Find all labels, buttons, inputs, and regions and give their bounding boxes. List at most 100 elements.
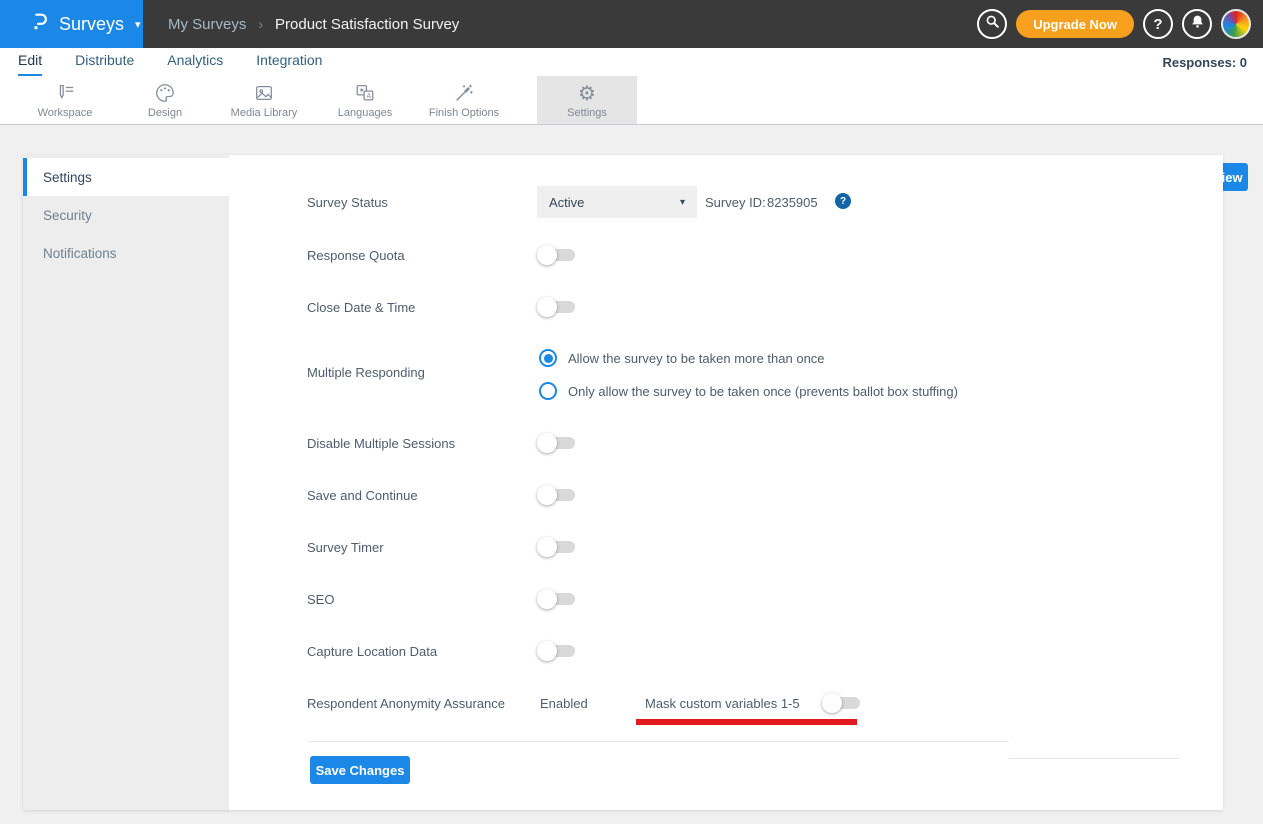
capture-location-row: Capture Location Data: [307, 641, 1007, 661]
capture-location-toggle[interactable]: [537, 641, 575, 661]
toolbar-label: Languages: [338, 107, 392, 119]
survey-status-dropdown[interactable]: Active ▾: [537, 186, 697, 218]
sidebar-item-notifications[interactable]: Notifications: [23, 234, 229, 272]
upgrade-now-button[interactable]: Upgrade Now: [1016, 10, 1134, 38]
sidebar-item-label: Settings: [43, 170, 92, 185]
survey-id-label: Survey ID:: [705, 195, 766, 210]
anonymity-status: Enabled: [540, 696, 588, 711]
chevron-down-icon: ▾: [135, 18, 141, 31]
disable-multiple-sessions-row: Disable Multiple Sessions: [307, 433, 1007, 453]
survey-id-value: 8235905: [767, 195, 818, 210]
toolbar-item-languages[interactable]: A Languages: [315, 76, 415, 124]
search-icon: [985, 14, 1000, 34]
svg-text:A: A: [366, 93, 371, 100]
tab-edit[interactable]: Edit: [18, 48, 42, 76]
radio-unselected-icon: [539, 382, 557, 400]
anonymity-row: Respondent Anonymity Assurance Enabled M…: [307, 693, 1207, 713]
seo-label: SEO: [307, 592, 334, 607]
multiple-responding-row: Multiple Responding Allow the survey to …: [307, 348, 1067, 401]
close-date-label: Close Date & Time: [307, 300, 415, 315]
capture-location-label: Capture Location Data: [307, 644, 437, 659]
mask-custom-variables-toggle[interactable]: [822, 693, 860, 713]
disable-multiple-sessions-toggle[interactable]: [537, 433, 575, 453]
seo-toggle[interactable]: [537, 589, 575, 609]
breadcrumb-separator: ›: [258, 16, 263, 32]
magic-wand-icon: [453, 82, 475, 104]
divider: [308, 741, 1009, 742]
divider: [1009, 758, 1179, 759]
radio-option-label: Allow the survey to be taken more than o…: [568, 351, 825, 366]
page: Surveys ▾ My Surveys › Product Satisfact…: [0, 0, 1263, 824]
gear-icon: ⚙: [578, 82, 596, 104]
radio-option-label: Only allow the survey to be taken once (…: [568, 384, 958, 399]
search-button[interactable]: [977, 9, 1007, 39]
settings-panel: Settings Security Notifications Survey S…: [23, 155, 1223, 810]
workspace-icon: [54, 82, 76, 104]
toolbar-label: Media Library: [231, 107, 298, 119]
close-date-toggle[interactable]: [537, 297, 575, 317]
toolbar-label: Settings: [567, 107, 607, 119]
survey-timer-row: Survey Timer: [307, 537, 1007, 557]
tab-analytics[interactable]: Analytics: [167, 48, 223, 76]
toolbar-label: Design: [148, 107, 182, 119]
breadcrumb: My Surveys › Product Satisfaction Survey: [168, 0, 459, 48]
sidebar-item-label: Security: [43, 208, 92, 223]
tab-distribute[interactable]: Distribute: [75, 48, 134, 76]
save-and-continue-row: Save and Continue: [307, 485, 1007, 505]
radio-selected-icon: [539, 349, 557, 367]
translate-icon: A: [354, 82, 376, 104]
response-quota-toggle[interactable]: [537, 245, 575, 265]
mask-custom-variables-label: Mask custom variables 1-5: [645, 696, 800, 711]
header-actions: Upgrade Now ?: [977, 0, 1251, 48]
chevron-down-icon: ▾: [680, 197, 685, 208]
toolbar-item-finish-options[interactable]: Finish Options: [414, 76, 514, 124]
section-nav: Edit Distribute Analytics Integration Re…: [0, 48, 1263, 76]
question-mark-icon: ?: [1153, 16, 1162, 33]
anonymity-label: Respondent Anonymity Assurance: [307, 696, 505, 711]
product-switcher[interactable]: Surveys ▾: [0, 0, 143, 48]
questionpro-logo-icon: [28, 11, 50, 38]
survey-timer-label: Survey Timer: [307, 540, 384, 555]
survey-status-row: Survey Status Active ▾ Survey ID: 823590…: [307, 186, 1207, 218]
sidebar-item-settings[interactable]: Settings: [23, 158, 229, 196]
responses-count: Responses: 0: [1162, 55, 1247, 70]
close-date-row: Close Date & Time: [307, 297, 1007, 317]
survey-timer-toggle[interactable]: [537, 537, 575, 557]
toolbar-label: Finish Options: [429, 107, 499, 119]
section-tabs: Edit Distribute Analytics Integration: [18, 48, 322, 76]
bell-icon: [1190, 14, 1205, 34]
survey-status-value: Active: [549, 195, 584, 210]
help-button[interactable]: ?: [1143, 9, 1173, 39]
response-quota-label: Response Quota: [307, 248, 405, 263]
save-and-continue-label: Save and Continue: [307, 488, 418, 503]
product-name: Surveys: [59, 14, 124, 35]
edit-toolbar: Workspace Design Media Li: [0, 76, 1263, 125]
image-icon: [253, 82, 275, 104]
save-changes-button[interactable]: Save Changes: [310, 756, 410, 784]
response-quota-row: Response Quota: [307, 245, 1007, 265]
sidebar-item-security[interactable]: Security: [23, 196, 229, 234]
radio-option-once-only[interactable]: Only allow the survey to be taken once (…: [539, 382, 958, 400]
top-header: Surveys ▾ My Surveys › Product Satisfact…: [0, 0, 1263, 48]
survey-status-label: Survey Status: [307, 195, 388, 210]
disable-multiple-sessions-label: Disable Multiple Sessions: [307, 436, 455, 451]
survey-id-help-icon[interactable]: ?: [835, 193, 851, 209]
toolbar-item-media-library[interactable]: Media Library: [214, 76, 314, 124]
sidebar-item-label: Notifications: [43, 246, 117, 261]
notifications-button[interactable]: [1182, 9, 1212, 39]
breadcrumb-my-surveys[interactable]: My Surveys: [168, 16, 246, 33]
save-and-continue-toggle[interactable]: [537, 485, 575, 505]
toolbar-item-settings[interactable]: ⚙ Settings: [537, 76, 637, 124]
breadcrumb-current-survey: Product Satisfaction Survey: [275, 16, 459, 33]
annotation-highlight-bar: [636, 719, 857, 725]
toolbar-item-design[interactable]: Design: [115, 76, 215, 124]
question-mark-icon: ?: [840, 196, 846, 207]
tab-integration[interactable]: Integration: [256, 48, 322, 76]
seo-row: SEO: [307, 589, 1007, 609]
radio-option-multiple-allowed[interactable]: Allow the survey to be taken more than o…: [539, 349, 825, 367]
user-avatar[interactable]: [1221, 9, 1251, 39]
palette-icon: [154, 82, 176, 104]
toolbar-label: Workspace: [38, 107, 93, 119]
multiple-responding-label: Multiple Responding: [307, 365, 425, 380]
toolbar-item-workspace[interactable]: Workspace: [15, 76, 115, 124]
